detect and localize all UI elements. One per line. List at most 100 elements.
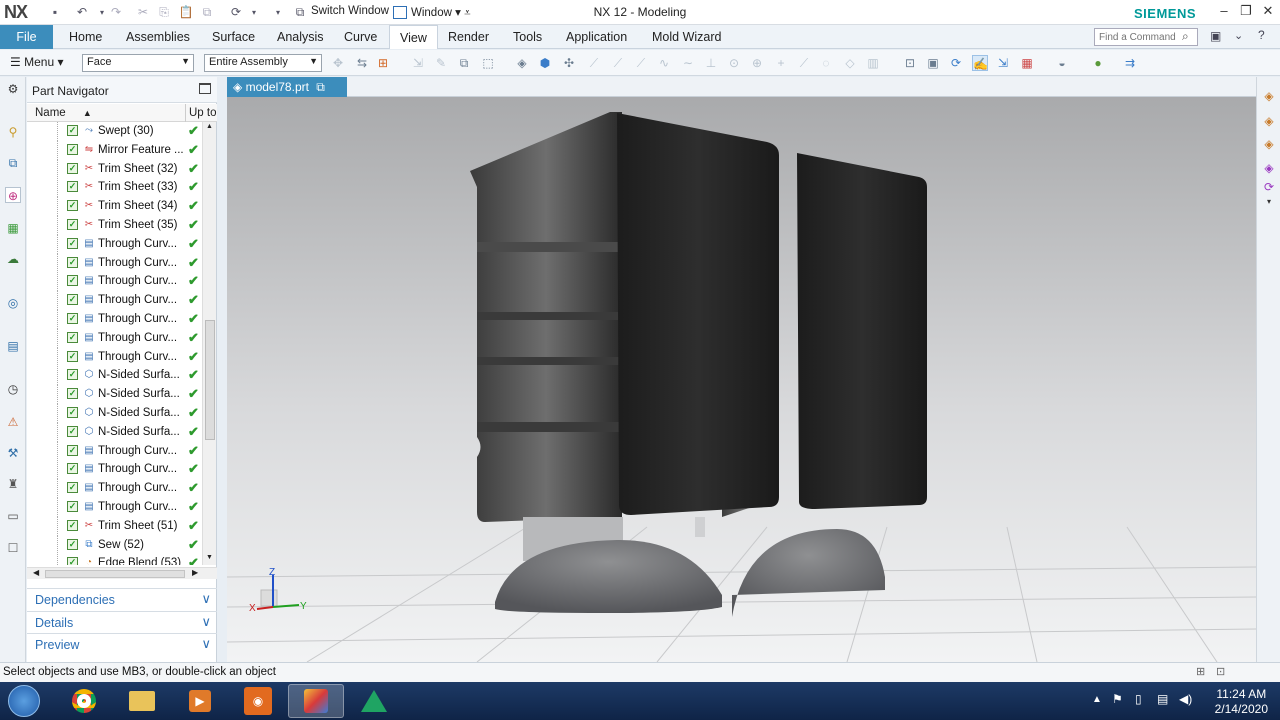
constraint-navigator-icon[interactable]: ⧉	[5, 155, 21, 171]
visual-style-icon[interactable]: ●	[1090, 55, 1106, 71]
box-select-icon[interactable]: ◈	[514, 55, 530, 71]
up-to-date-column-header[interactable]: Up to	[189, 107, 217, 119]
rectangle-select-icon[interactable]: ⬚	[480, 55, 496, 71]
status-grid-icon[interactable]: ⊞	[1196, 665, 1205, 678]
tree-row[interactable]: ✓ ⧉ Sew (52) ✔	[27, 535, 202, 555]
selection-scope-select[interactable]: Entire Assembly ▼	[204, 54, 322, 72]
tree-row[interactable]: ✓ ▤ Through Curv... ✔	[27, 310, 202, 329]
start-button[interactable]	[8, 685, 40, 717]
visibility-checkbox[interactable]: ✓	[67, 501, 78, 512]
visibility-checkbox[interactable]: ✓	[67, 482, 78, 494]
tree-row[interactable]: ✓ ▤ Through Curv... ✔	[27, 347, 202, 367]
preview-panel[interactable]: Preview ∨	[27, 633, 217, 655]
assembly-navigator-icon[interactable]: ⚲	[5, 124, 21, 140]
tab-file[interactable]: File	[0, 25, 53, 49]
visibility-checkbox[interactable]: ✓	[67, 219, 78, 230]
tree-row[interactable]: ✓ ▤ Through Curv... ✔	[27, 253, 202, 273]
scroll-thumb[interactable]	[205, 320, 215, 440]
nx-taskbar-button[interactable]	[288, 684, 344, 718]
tree-row[interactable]: ✓ ✂ Trim Sheet (33) ✔	[27, 178, 202, 198]
visibility-checkbox[interactable]: ✓	[67, 444, 78, 456]
arc-icon[interactable]: ∿	[656, 55, 672, 71]
line-endpoint-icon[interactable]: ⟋	[586, 55, 602, 71]
general-selection-icon[interactable]: ✥	[330, 55, 346, 71]
zoom-icon[interactable]: ▣	[925, 55, 941, 71]
help-icon[interactable]: ?	[1258, 28, 1265, 42]
visibility-checkbox[interactable]: ✓	[67, 407, 78, 418]
tree-row[interactable]: ✓ ✂ Trim Sheet (34) ✔	[27, 197, 202, 217]
history-icon[interactable]: ▤	[5, 338, 21, 354]
filter-icon[interactable]: ⧉	[456, 55, 472, 71]
visibility-checkbox[interactable]: ✓	[67, 162, 78, 174]
menu-button[interactable]: ☰ Menu ▾	[10, 55, 63, 69]
status-fullscreen-icon[interactable]: ⊡	[1216, 665, 1225, 678]
more-icon[interactable]: ▾	[1261, 197, 1277, 213]
tree-row[interactable]: ✓ ✂ Trim Sheet (51) ✔	[27, 516, 202, 536]
visibility-checkbox[interactable]: ✓	[67, 143, 78, 155]
edge-icon[interactable]: ⇲	[410, 55, 426, 71]
roles-icon[interactable]: ♜	[5, 476, 21, 492]
network-icon[interactable]: ▤	[1157, 692, 1168, 706]
visibility-checkbox[interactable]: ✓	[67, 313, 78, 324]
tree-row[interactable]: ✓ ▤ Through Curv... ✔	[27, 272, 202, 292]
tree-row[interactable]: ✓ ✂ Trim Sheet (35) ✔	[27, 216, 202, 235]
visibility-checkbox[interactable]: ✓	[67, 275, 78, 287]
name-column-header[interactable]: Name ▲	[35, 107, 92, 119]
tab-mold-wizard[interactable]: Mold Wizard	[642, 25, 731, 49]
tree-row[interactable]: ✓ ⇋ Mirror Feature ... ✔	[27, 140, 202, 160]
visibility-checkbox[interactable]: ✓	[67, 237, 78, 249]
fit-view-icon[interactable]: ⊡	[902, 55, 918, 71]
tree-row[interactable]: ✓ ▤ Through Curv... ✔	[27, 291, 202, 311]
cube-icon[interactable]: ◈	[1261, 89, 1277, 105]
tree-row[interactable]: ✓ ▤ Through Curv... ✔	[27, 441, 202, 461]
snap-toggle-icon[interactable]: ✣	[561, 55, 577, 71]
chrome-taskbar-button[interactable]	[56, 684, 112, 718]
details-panel[interactable]: Details ∨	[27, 611, 217, 633]
visibility-checkbox[interactable]: ✓	[67, 350, 78, 362]
collapse-ribbon-icon[interactable]: ⌄	[1234, 29, 1243, 42]
search-icon[interactable]: ⌕	[1182, 29, 1189, 44]
existing-point-icon[interactable]: +	[773, 55, 789, 71]
tab-assemblies[interactable]: Assemblies	[116, 25, 200, 49]
visibility-checkbox[interactable]: ✓	[67, 181, 78, 193]
tree-row[interactable]: ✓ ▤ Through Curv... ✔	[27, 328, 202, 348]
visibility-checkbox[interactable]: ✓	[67, 425, 78, 437]
tree-row[interactable]: ✓ ✂ Trim Sheet (32) ✔	[27, 159, 202, 179]
bounded-grid-icon[interactable]: ◇	[842, 55, 858, 71]
line-midpoint-icon[interactable]: ⟋	[610, 55, 626, 71]
scroll-up-icon[interactable]: ▲	[206, 123, 213, 130]
point-icon[interactable]: ✎	[433, 55, 449, 71]
ribbon-options-icon[interactable]: ▣	[1210, 29, 1221, 43]
point-on-face-icon[interactable]: ◌	[818, 55, 834, 71]
edit-section-icon[interactable]: ◒	[1054, 55, 1070, 71]
clock-icon[interactable]: ◷	[5, 381, 21, 397]
solid-body-icon[interactable]: ⬢	[537, 55, 553, 71]
hscroll-thumb[interactable]	[45, 570, 185, 578]
web-browser-icon[interactable]: ◎	[5, 295, 21, 311]
part-navigator-icon[interactable]: ⊕	[5, 187, 21, 203]
process-studio-icon[interactable]: ⚠	[5, 414, 21, 430]
visibility-checkbox[interactable]: ✓	[67, 331, 78, 343]
tangent-icon[interactable]: ⊥	[703, 55, 719, 71]
reuse-library-icon[interactable]: ▦	[5, 220, 21, 236]
rendering-style-icon[interactable]: ▦	[1019, 55, 1035, 71]
tree-row[interactable]: ✓ ⬡ N-Sided Surfa... ✔	[27, 366, 202, 386]
tree-row[interactable]: ✓ ▤ Through Curv... ✔	[27, 460, 202, 480]
vertical-scrollbar[interactable]: ▲ ▼	[202, 122, 216, 565]
tab-surface[interactable]: Surface	[202, 25, 265, 49]
tree-row[interactable]: ✓ ▤ Through Curv... ✔	[27, 479, 202, 499]
tree-row[interactable]: ✓ ⬡ N-Sided Surfa... ✔	[27, 422, 202, 442]
cube-render-icon[interactable]: ◈	[1261, 161, 1277, 177]
refresh-icon[interactable]: ⟳	[1261, 180, 1277, 196]
tab-tools[interactable]: Tools	[503, 25, 552, 49]
dependencies-panel[interactable]: Dependencies ∨	[27, 588, 217, 610]
visibility-checkbox[interactable]: ✓	[67, 294, 78, 306]
tab-render[interactable]: Render	[438, 25, 499, 49]
action-center-icon[interactable]: ⚑	[1112, 692, 1123, 706]
hd3d-tools-icon[interactable]: ☁	[5, 251, 21, 267]
visibility-checkbox[interactable]: ✓	[67, 125, 78, 136]
tab-analysis[interactable]: Analysis	[267, 25, 334, 49]
tree-row[interactable]: ✓ ▤ Through Curv... ✔	[27, 498, 202, 517]
recorder-taskbar-button[interactable]: ◉	[230, 684, 286, 718]
media-player-taskbar-button[interactable]: ▶	[172, 684, 228, 718]
